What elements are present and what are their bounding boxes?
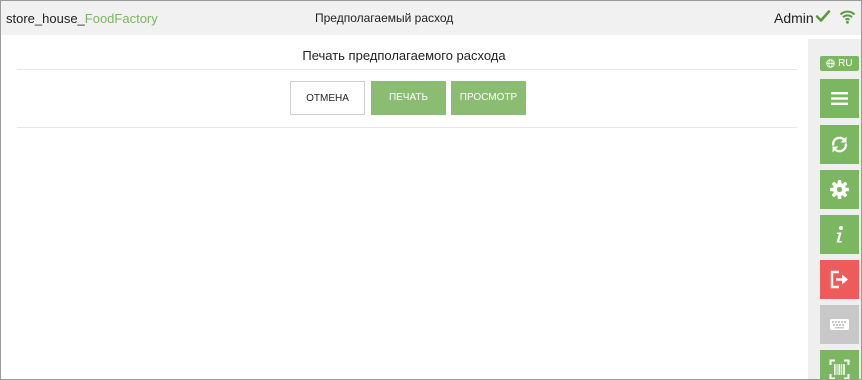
info-icon [836, 226, 843, 243]
barcode-scan-button[interactable] [820, 350, 859, 379]
settings-button[interactable] [820, 170, 859, 209]
app-name: store_house_FoodFactory [6, 11, 158, 26]
logout-icon [830, 270, 848, 289]
keyboard-icon [830, 319, 849, 330]
page-title: Предполагаемый расход [315, 11, 454, 25]
globe-icon [826, 59, 836, 68]
app-name-accent: FoodFactory [84, 11, 158, 26]
app-name-prefix: store_house_ [6, 11, 85, 26]
user-name[interactable]: Admin [774, 10, 814, 26]
barcode-scan-icon [829, 359, 850, 379]
info-button[interactable] [820, 215, 859, 254]
language-button[interactable]: RU [820, 56, 859, 71]
cancel-button[interactable]: ОТМЕНА [290, 81, 365, 115]
menu-button[interactable] [820, 79, 859, 118]
app-window: store_house_FoodFactory Предполагаемый р… [0, 0, 862, 380]
keyboard-button[interactable] [820, 305, 859, 344]
sync-button[interactable] [820, 125, 859, 164]
divider [17, 69, 797, 70]
menu-icon [831, 92, 848, 105]
right-sidebar: RU [808, 39, 861, 379]
print-panel: Печать предполагаемого расхода ОТМЕНА ПЕ… [1, 39, 807, 379]
language-label: RU [838, 58, 853, 69]
sync-icon [831, 136, 848, 153]
preview-button[interactable]: ПРОСМОТР [451, 81, 526, 115]
gear-icon [830, 180, 849, 199]
top-bar: store_house_FoodFactory Предполагаемый р… [1, 1, 861, 35]
panel-title: Печать предполагаемого расхода [302, 48, 506, 63]
check-icon [815, 10, 831, 22]
logout-button[interactable] [820, 260, 859, 299]
print-button[interactable]: ПЕЧАТЬ [371, 81, 446, 115]
divider [17, 127, 797, 128]
wifi-icon [839, 10, 856, 24]
